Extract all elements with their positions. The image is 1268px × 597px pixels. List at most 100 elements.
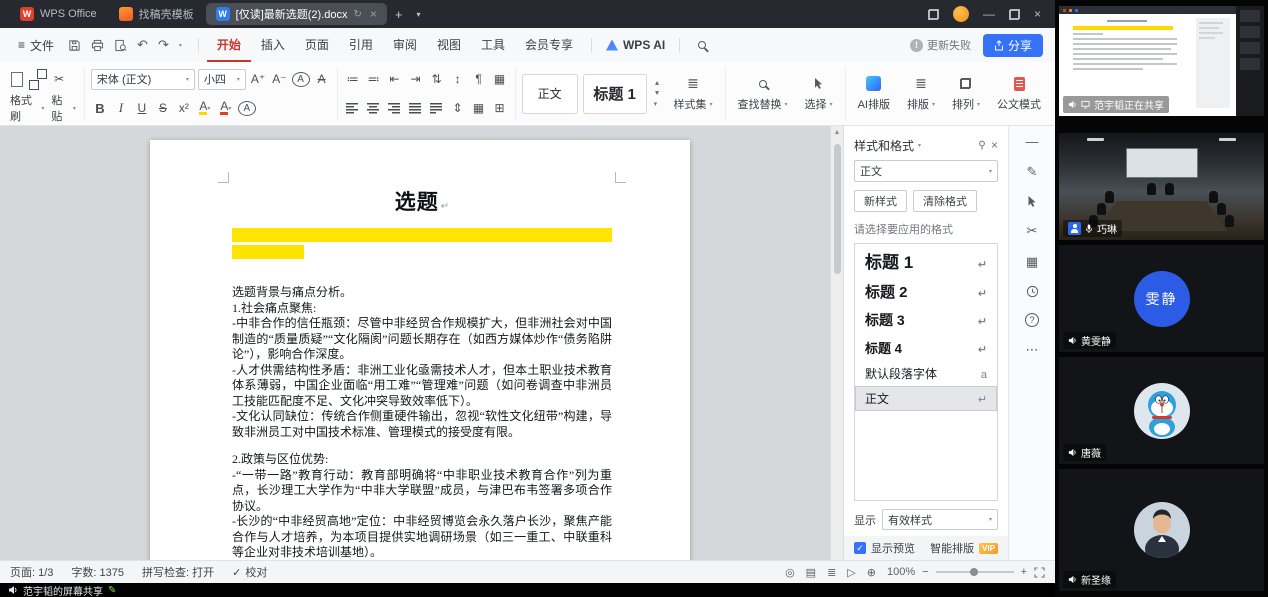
strikethrough-button[interactable]: S — [154, 98, 172, 119]
menu-tab[interactable]: 审阅 — [383, 28, 427, 62]
copy-icon[interactable] — [29, 69, 47, 90]
view-mode-icon[interactable]: ⊕ — [867, 566, 876, 579]
layout-button[interactable]: ≣ 排版▾ — [901, 67, 941, 120]
menu-tab[interactable]: 视图 — [427, 28, 471, 62]
show-styles-select[interactable]: 有效样式▾ — [882, 509, 998, 530]
new-tab-button[interactable]: + — [389, 7, 409, 22]
borders-button[interactable]: ⊞ — [491, 98, 509, 119]
menu-tab[interactable]: 工具 — [471, 28, 515, 62]
video-tile-avatar[interactable]: 唐薇 — [1059, 357, 1264, 464]
font-color-button[interactable]: A▾ — [217, 98, 235, 119]
wps-ai-button[interactable]: WPS AI — [600, 38, 671, 52]
paragraph-tool-icon[interactable]: ¶ — [470, 69, 488, 90]
character-border-button[interactable]: A — [238, 101, 256, 116]
select-cursor-icon[interactable] — [1027, 195, 1038, 208]
scroll-up-icon[interactable]: ▲ — [831, 126, 843, 140]
video-tile-avatar[interactable]: 雯静 黄雯静 — [1059, 245, 1264, 352]
superscript-button[interactable]: x² — [175, 98, 193, 119]
style-list-item[interactable]: 标题 2 ↵ — [855, 277, 997, 306]
line-spacing-button[interactable]: ⇕ — [449, 98, 467, 119]
document-scrollbar[interactable]: ▲ — [830, 126, 843, 560]
tab-template-store[interactable]: 找稿壳模板 — [109, 3, 204, 25]
paragraph-tool-icon[interactable]: ⇥ — [407, 69, 425, 90]
view-mode-icon[interactable]: ▤ — [806, 566, 816, 579]
official-doc-mode-button[interactable]: 公文模式 — [991, 67, 1047, 120]
video-tile-avatar[interactable]: 新圣缘 — [1059, 469, 1264, 591]
bold-button[interactable]: B — [91, 98, 109, 119]
close-panel-icon[interactable]: × — [991, 138, 998, 152]
undo-history-dropdown-icon[interactable]: ▾ — [179, 42, 182, 49]
find-replace-button[interactable]: 查找替换▾ — [732, 67, 794, 120]
align-right-button[interactable] — [386, 98, 404, 119]
select-button[interactable]: 选择▾ — [799, 67, 839, 120]
paste-button[interactable]: 粘贴▾ — [49, 92, 77, 124]
italic-button[interactable]: I — [112, 98, 130, 119]
fullscreen-icon[interactable] — [1034, 567, 1045, 578]
redo-icon[interactable]: ↷ — [158, 37, 169, 53]
style-normal-button[interactable]: 正文 — [522, 74, 578, 114]
view-mode-icon[interactable]: ▷ — [847, 566, 855, 579]
current-style-select[interactable]: 正文▾ — [854, 160, 998, 182]
align-center-button[interactable] — [365, 98, 383, 119]
highlight-color-button[interactable]: A▾ — [196, 98, 214, 119]
style-heading1-button[interactable]: 标题 1 — [583, 74, 647, 114]
cut-tool-icon[interactable]: ✂ — [1027, 223, 1038, 239]
menu-tab[interactable]: 页面 — [295, 28, 339, 62]
zoom-level[interactable]: 100% — [887, 566, 915, 578]
document-canvas[interactable]: 选题↵ 选题背景与痛点分析。1.社会痛点聚焦:-中非合作的信任瓶颈：尽管中非经贸… — [0, 126, 830, 560]
font-name-select[interactable]: 宋体 (正文)▾ — [91, 69, 195, 90]
tab-wps-office[interactable]: W WPS Office — [10, 3, 107, 25]
video-tile-screen-share[interactable]: 范宇韬正在共享 — [1059, 6, 1264, 116]
menu-tab[interactable]: 会员专享 — [515, 28, 583, 62]
style-set-button[interactable]: ≣ 样式集▾ — [668, 67, 719, 120]
view-mode-icon[interactable]: ≣ — [827, 566, 836, 579]
paragraph-tool-icon[interactable]: ▦ — [491, 69, 509, 90]
zoom-slider-knob[interactable] — [970, 568, 978, 576]
shrink-font-button[interactable]: A⁻ — [270, 69, 288, 90]
update-status[interactable]: ! 更新失败 — [910, 37, 971, 53]
tab-list-dropdown-icon[interactable]: ▾ — [411, 10, 427, 19]
paste-icon[interactable] — [8, 69, 26, 90]
close-window-icon[interactable]: × — [1034, 8, 1041, 20]
paragraph-tool-icon[interactable]: ⇤ — [386, 69, 404, 90]
view-mode-icon[interactable]: ◎ — [785, 566, 795, 579]
video-tile-camera[interactable]: 巧琳 — [1059, 133, 1264, 240]
distribute-button[interactable] — [428, 98, 446, 119]
collapse-panel-icon[interactable]: — — [1026, 134, 1039, 149]
menu-tab[interactable]: 引用 — [339, 28, 383, 62]
restore-window-icon[interactable] — [1009, 9, 1020, 20]
shading-button[interactable]: ▦ — [470, 98, 488, 119]
print-icon[interactable] — [91, 39, 104, 52]
edit-pen-icon[interactable]: ✎ — [1027, 164, 1038, 180]
menu-tab[interactable]: 插入 — [251, 28, 295, 62]
search-icon[interactable] — [688, 38, 716, 52]
ai-layout-button[interactable]: AI排版 — [852, 67, 896, 120]
arrange-button[interactable]: 排列▾ — [946, 67, 986, 120]
print-preview-icon[interactable] — [114, 39, 127, 52]
smart-layout-button[interactable]: 智能排版 — [930, 540, 974, 556]
style-list-item[interactable]: 标题 3 ↵ — [855, 306, 997, 334]
format-painter-button[interactable]: 格式刷▾ — [8, 92, 46, 124]
style-gallery-more-icon[interactable]: ▾ — [654, 100, 661, 108]
text-effects-button[interactable]: A — [292, 72, 310, 87]
style-scroll-up-icon[interactable]: ▲ — [654, 80, 661, 87]
undo-icon[interactable]: ↶ — [137, 37, 148, 53]
align-justify-button[interactable] — [407, 98, 425, 119]
help-icon[interactable]: ? — [1025, 313, 1039, 327]
save-icon[interactable] — [68, 39, 81, 52]
align-left-button[interactable] — [344, 98, 362, 119]
style-list-item[interactable]: 正文 ↵ — [855, 386, 997, 411]
scrollbar-thumb[interactable] — [834, 144, 841, 274]
grow-font-button[interactable]: A⁺ — [249, 69, 267, 90]
grid-tool-icon[interactable]: ▦ — [1026, 254, 1038, 270]
spellcheck-status[interactable]: 拼写检查: 打开 — [142, 564, 214, 580]
style-scroll-down-icon[interactable]: ▼ — [654, 90, 661, 97]
paragraph-tool-icon[interactable]: ↕ — [449, 69, 467, 90]
paragraph-tool-icon[interactable]: ≕ — [365, 69, 383, 90]
underline-button[interactable]: U — [133, 98, 151, 119]
paragraph-tool-icon[interactable]: ⇅ — [428, 69, 446, 90]
pin-icon[interactable] — [977, 140, 987, 150]
page-indicator[interactable]: 页面: 1/3 — [10, 564, 53, 580]
proofread-button[interactable]: ✓校对 — [232, 564, 267, 580]
word-count[interactable]: 字数: 1375 — [71, 564, 124, 580]
